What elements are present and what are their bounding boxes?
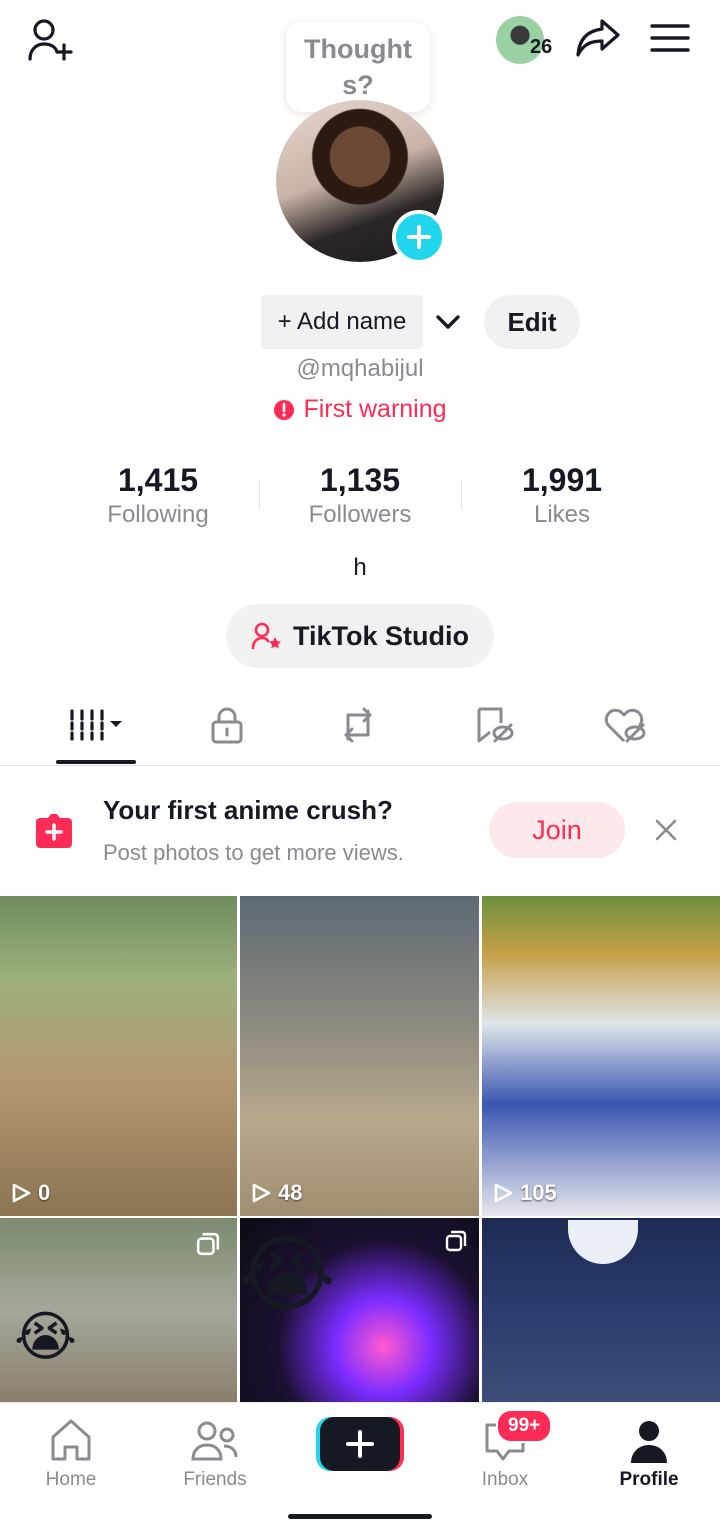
friend-count: 26 (530, 36, 553, 58)
moon-shape (568, 1220, 638, 1264)
stat-value: 1,135 (319, 462, 401, 498)
play-icon (494, 1183, 513, 1203)
video-thumbnail[interactable]: 0 (0, 896, 237, 1216)
add-name-button[interactable]: + Add name (261, 295, 423, 349)
view-count: 0 (10, 1180, 50, 1206)
photo-thumbnail[interactable] (482, 1218, 720, 1402)
view-count-text: 48 (278, 1180, 303, 1205)
stat-label: Followers (308, 501, 412, 528)
warning-text: First warning (303, 395, 447, 423)
promo-title: Your first anime crush? (103, 795, 393, 825)
photo-thumbnail[interactable]: 😭 (240, 1218, 479, 1402)
nav-friends[interactable]: Friends (160, 1417, 270, 1491)
tab-reposts[interactable] (308, 700, 408, 750)
tab-private[interactable] (177, 700, 277, 750)
play-icon (12, 1183, 31, 1203)
tab-liked[interactable] (575, 700, 675, 750)
thought-bubble[interactable]: Thought s? (286, 22, 430, 112)
close-icon[interactable] (648, 812, 684, 848)
nav-profile[interactable]: Profile (594, 1417, 704, 1491)
bookmark-hidden-icon (473, 705, 515, 745)
nav-home-label: Home (45, 1469, 97, 1490)
profile-icon (594, 1417, 704, 1463)
studio-person-star-icon (251, 621, 283, 651)
stat-value: 1,415 (117, 462, 199, 498)
play-icon (252, 1183, 271, 1203)
lock-icon (209, 705, 245, 745)
add-story-plus-icon[interactable] (392, 210, 446, 264)
active-tab-indicator (56, 760, 136, 764)
bio-text: h (353, 554, 367, 581)
view-count: 105 (492, 1180, 557, 1206)
create-button[interactable] (316, 1417, 404, 1471)
bottom-nav: Home Friends Inbox 99+ Profile (0, 1402, 720, 1521)
nav-home[interactable]: Home (16, 1417, 126, 1491)
stat-followers[interactable]: 1,135 Followers (260, 462, 460, 529)
home-icon (16, 1417, 126, 1463)
username: @mqhabijul (296, 355, 424, 382)
nav-friends-label: Friends (183, 1469, 247, 1490)
multi-photo-icon (445, 1230, 467, 1252)
stat-label: Following (107, 501, 209, 528)
tiktok-studio-button[interactable]: TikTok Studio (226, 604, 494, 668)
stat-value: 1,991 (521, 462, 603, 498)
crying-emoji-icon: 😭 (14, 1307, 78, 1367)
warning-link[interactable]: First warning (0, 395, 720, 424)
video-thumbnail[interactable]: 105 (482, 896, 720, 1216)
edit-profile-button[interactable]: Edit (484, 295, 580, 349)
nav-profile-label: Profile (619, 1469, 679, 1490)
stat-likes[interactable]: 1,991 Likes (462, 462, 662, 529)
home-indicator (288, 1514, 432, 1519)
tabs-divider (0, 765, 720, 766)
warning-icon (273, 399, 295, 421)
thought-bubble-text: Thought s? (304, 34, 412, 100)
nav-inbox-label: Inbox (481, 1469, 529, 1490)
stat-following[interactable]: 1,415 Following (58, 462, 258, 529)
chevron-down-icon[interactable] (432, 306, 464, 338)
friends-icon (160, 1417, 270, 1463)
crying-emoji-icon: 😭 (240, 1227, 337, 1321)
repost-icon (336, 705, 380, 745)
view-count: 48 (250, 1180, 302, 1206)
studio-label: TikTok Studio (292, 620, 469, 651)
view-count-text: 105 (520, 1180, 557, 1205)
video-grid: 0 48 105 😭 😭 (0, 896, 720, 1402)
inbox-badge: 99+ (496, 1409, 553, 1443)
photo-plus-icon (32, 810, 76, 850)
share-arrow-icon[interactable] (572, 14, 624, 62)
liked-hidden-icon (602, 705, 648, 745)
promo-subtitle: Post photos to get more views. (103, 840, 404, 865)
multi-photo-icon (196, 1232, 220, 1256)
add-friend-icon[interactable] (24, 16, 76, 64)
view-count-text: 0 (38, 1180, 51, 1205)
join-button[interactable]: Join (489, 802, 625, 858)
tab-videos[interactable] (46, 700, 146, 750)
stat-label: Likes (533, 501, 591, 528)
hamburger-menu-icon[interactable] (646, 18, 694, 58)
videos-grid-icon (66, 705, 126, 745)
tab-favorites[interactable] (444, 700, 544, 750)
video-thumbnail[interactable]: 48 (240, 896, 479, 1216)
